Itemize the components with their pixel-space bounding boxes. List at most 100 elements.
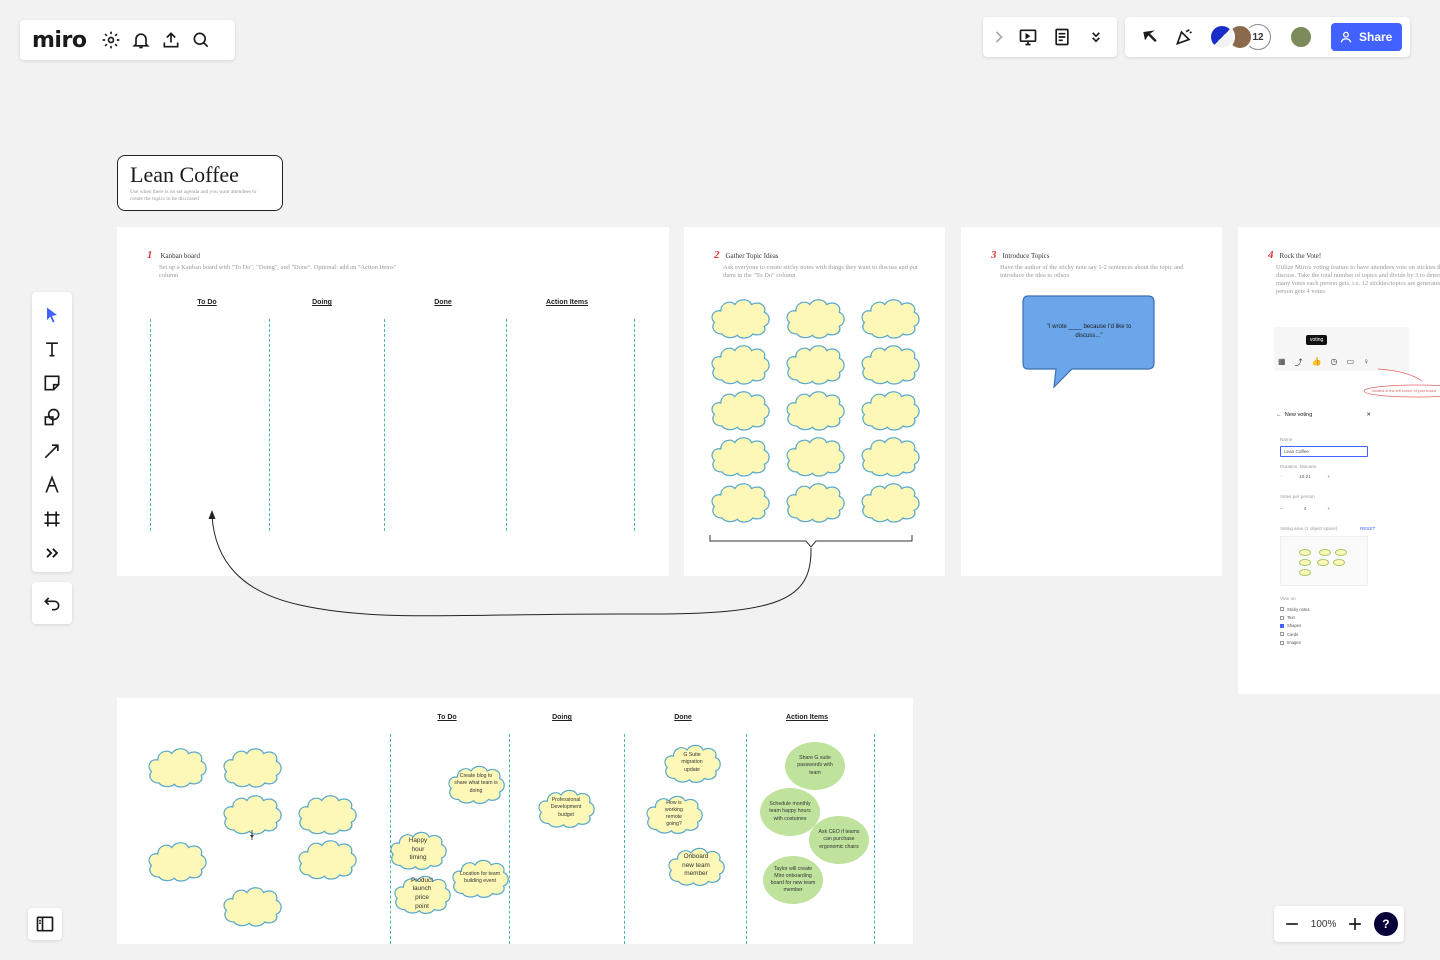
cloud-shape xyxy=(786,437,845,477)
empty-sticky-cloud[interactable] xyxy=(708,387,772,433)
text-tool-icon[interactable] xyxy=(37,332,67,366)
upload-icon[interactable] xyxy=(156,25,186,55)
area-reset-link: RESET xyxy=(1360,526,1376,531)
chevron-right-icon[interactable] xyxy=(989,22,1009,52)
empty-sticky-cloud[interactable] xyxy=(295,791,359,837)
empty-sticky-cloud[interactable] xyxy=(145,838,209,884)
board-subtitle: Use when there is no set agenda and you … xyxy=(130,189,257,202)
search-icon[interactable] xyxy=(186,25,216,55)
topic-sticky[interactable]: Happy hour timing xyxy=(387,828,449,872)
empty-sticky-cloud[interactable] xyxy=(783,295,847,341)
topic-sticky[interactable]: Location for team building event xyxy=(449,856,511,900)
speech-bubble[interactable] xyxy=(1022,295,1156,391)
step-number: 3 xyxy=(991,249,997,261)
empty-sticky-cloud[interactable] xyxy=(708,295,772,341)
zoom-in-icon[interactable] xyxy=(1343,909,1367,939)
title-card[interactable]: Lean Coffee Use when there is no set age… xyxy=(117,155,283,211)
zoom-level[interactable]: 100% xyxy=(1311,919,1337,930)
shapes-icon[interactable] xyxy=(37,400,67,434)
empty-sticky-cloud[interactable] xyxy=(708,341,772,387)
help-icon[interactable]: ? xyxy=(1373,912,1398,936)
empty-sticky-cloud[interactable] xyxy=(858,295,922,341)
action-item-circle[interactable]: Share G suite passwords with team xyxy=(785,742,845,790)
undo-icon[interactable] xyxy=(37,588,67,618)
checkbox xyxy=(1280,632,1284,637)
settings-icon[interactable] xyxy=(96,25,126,55)
column-divider xyxy=(624,734,625,944)
frame-gather-topics[interactable]: 2 Gather Topic Ideas Ask everyone to cre… xyxy=(684,227,945,576)
sidebar-toggle-icon[interactable] xyxy=(30,909,60,939)
close-icon: ✕ xyxy=(1366,412,1371,418)
annotation-oval xyxy=(1363,368,1440,398)
thumbs-up-icon: 👍 xyxy=(1311,357,1322,366)
miro-logo[interactable]: miro xyxy=(20,28,96,53)
empty-sticky-cloud[interactable] xyxy=(858,341,922,387)
empty-sticky-cloud[interactable] xyxy=(708,433,772,479)
bell-icon[interactable] xyxy=(126,25,156,55)
mini-cloud xyxy=(1299,569,1311,576)
empty-sticky-cloud[interactable] xyxy=(858,479,922,525)
frame-board-example[interactable]: To Do Doing Done Action Items Create blo… xyxy=(117,698,913,944)
empty-sticky-cloud[interactable] xyxy=(783,387,847,433)
cloud-shape xyxy=(786,345,845,385)
empty-sticky-cloud[interactable] xyxy=(858,387,922,433)
topic-sticky[interactable]: Product launch price point xyxy=(391,872,453,916)
more-tools-icon[interactable] xyxy=(37,536,67,570)
zoom-out-icon[interactable] xyxy=(1280,909,1304,939)
notes-icon[interactable] xyxy=(1047,22,1077,52)
column-divider xyxy=(150,319,151,531)
column-divider xyxy=(746,734,747,944)
cursor-select-icon[interactable] xyxy=(1135,22,1165,52)
voting-panel-illustration: ← New voting ✕ Name Lean Coffee Duration… xyxy=(1276,412,1426,652)
cloud-shape xyxy=(861,391,920,431)
share-button[interactable]: Share xyxy=(1331,23,1403,51)
pen-icon[interactable] xyxy=(37,468,67,502)
empty-sticky-cloud[interactable] xyxy=(783,341,847,387)
frame-introduce-topics[interactable]: 3 Introduce Topics Have the author of th… xyxy=(961,227,1222,576)
mini-cloud xyxy=(1299,559,1311,566)
empty-sticky-cloud[interactable] xyxy=(145,744,209,790)
frame-icon[interactable] xyxy=(37,502,67,536)
cloud-shape xyxy=(861,483,920,523)
select-tool-icon[interactable] xyxy=(37,298,67,332)
mini-cloud xyxy=(1335,549,1347,556)
empty-sticky-cloud[interactable] xyxy=(220,744,284,790)
empty-sticky-cloud[interactable] xyxy=(708,479,772,525)
topic-sticky[interactable]: How is working remote going? xyxy=(643,792,705,836)
cloud-shape xyxy=(786,483,845,523)
checkbox xyxy=(1280,615,1284,620)
collaborator-count-label: 12 xyxy=(1252,31,1264,43)
cloud-shape xyxy=(223,887,282,927)
action-item-circle[interactable]: Ask CEO if teams can purchase ergonomic … xyxy=(809,816,869,864)
plus-icon: + xyxy=(1327,506,1330,511)
step-title: Gather Topic Ideas xyxy=(725,252,779,260)
empty-sticky-cloud[interactable] xyxy=(220,883,284,929)
cloud-shape xyxy=(148,842,207,882)
empty-sticky-cloud[interactable] xyxy=(783,479,847,525)
sticky-note-icon[interactable] xyxy=(37,366,67,400)
cloud-shape xyxy=(786,391,845,431)
topic-sticky[interactable]: Create blog to share what team is doing xyxy=(445,762,507,806)
chevron-double-down-icon[interactable] xyxy=(1081,22,1111,52)
cloud-shape xyxy=(711,437,770,477)
step-header: 2 Gather Topic Ideas Ask everyone to cre… xyxy=(714,245,919,280)
reactions-icon[interactable] xyxy=(1169,22,1199,52)
presentation-icon[interactable] xyxy=(1013,22,1043,52)
topic-sticky[interactable]: G Suite migration update xyxy=(661,741,723,785)
empty-sticky-cloud[interactable] xyxy=(295,836,359,882)
empty-sticky-cloud[interactable] xyxy=(858,433,922,479)
frame-kanban-board[interactable]: 1 Kanban board Set up a Kanban board wit… xyxy=(117,227,669,576)
votes-label: Votes per person xyxy=(1280,494,1315,499)
vote-on-label: Vote on xyxy=(1280,596,1296,601)
topic-sticky[interactable]: Professional Development budget xyxy=(535,786,597,830)
checkbox xyxy=(1280,640,1284,645)
back-arrow-icon: ← xyxy=(1276,412,1282,418)
topic-sticky[interactable]: Onboard new team member xyxy=(665,844,727,888)
action-item-circle[interactable]: Taylor will create Miro onboarding board… xyxy=(763,856,823,904)
arrow-line-icon[interactable] xyxy=(37,434,67,468)
minus-icon: − xyxy=(1280,506,1283,511)
frame-rock-the-vote[interactable]: 4 Rock the Vote! Utilize Miro's voting f… xyxy=(1238,227,1440,694)
empty-sticky-cloud[interactable] xyxy=(783,433,847,479)
collaborator-avatars[interactable]: 12 xyxy=(1209,24,1271,50)
avatar[interactable] xyxy=(1289,25,1313,49)
